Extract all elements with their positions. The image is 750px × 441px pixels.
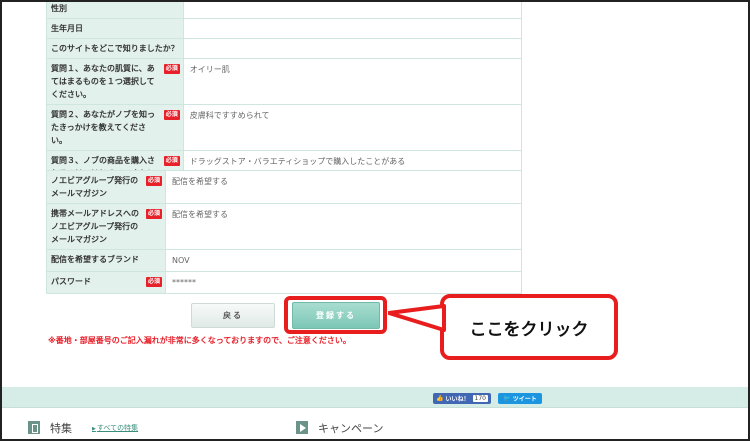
row-label: 生年月日 (46, 18, 184, 39)
row-label-text: 質問２、あなたがノブを知ったきっかけを教えてください。 (51, 110, 155, 145)
click-here-callout: ここをクリック (440, 294, 618, 360)
tweet-label: ツイート (512, 396, 537, 403)
all-features-link[interactable]: すべての特集 (92, 423, 138, 433)
twitter-bird-icon: 🐦 (503, 395, 511, 402)
required-badge: 必須 (145, 176, 162, 186)
notice-text: ※番地・部屋番号のご記入漏れが非常に多くなっておりますので、ご注意ください。 (48, 336, 351, 345)
book-icon (28, 421, 40, 434)
table-row: このサイトをどこで知りましたか？ (46, 38, 523, 59)
thumbs-up-icon: 👍 (436, 395, 444, 402)
row-value: 配信を希望する (165, 203, 522, 250)
required-badge: 必須 (145, 209, 162, 219)
mail-table: ノエビアグループ発行のメールマガジン 必須 配信を希望する 携帯メールアドレスへの… (46, 170, 522, 272)
row-value (182, 0, 523, 19)
like-count: 170 (472, 395, 488, 402)
required-badge: 必須 (163, 110, 180, 120)
table-row: 配信を希望するブランド NOV (46, 249, 522, 272)
divider (2, 407, 748, 408)
row-label: パスワード 必須 (46, 271, 166, 294)
table-row: 携帯メールアドレスへのノエビアグループ発行のメールマガジン 必須 配信を希望する (46, 203, 522, 250)
row-value: 皮膚科ですすめられて (182, 104, 523, 151)
password-value: ****** (165, 271, 522, 294)
like-label: いいね！ (445, 396, 470, 403)
table-row: 質問１、あなたの肌質に、あてはまるものを１つ選択してください。 必須 オイリー肌 (46, 58, 523, 105)
share-bar (2, 387, 748, 407)
row-label: このサイトをどこで知りましたか？ (46, 38, 184, 59)
row-value: 配信を希望する (165, 170, 522, 204)
row-label: ノエビアグループ発行のメールマガジン 必須 (46, 170, 166, 204)
row-value (182, 38, 523, 59)
row-label: 質問１、あなたの肌質に、あてはまるものを１つ選択してください。 必須 (46, 58, 184, 105)
row-label-text: 生年月日 (51, 24, 83, 33)
facebook-like-button[interactable]: 👍 いいね！ 170 (433, 393, 491, 404)
table-row: 性別 (46, 0, 523, 19)
row-label: 質問２、あなたがノブを知ったきっかけを教えてください。 必須 (46, 104, 184, 151)
table-row: 生年月日 (46, 18, 523, 39)
row-label-text: 質問１、あなたの肌質に、あてはまるものを１つ選択してください。 (51, 64, 155, 99)
table-row: 質問２、あなたがノブを知ったきっかけを教えてください。 必須 皮膚科ですすめられて (46, 104, 523, 151)
required-badge: 必須 (145, 277, 162, 287)
required-badge: 必須 (163, 156, 180, 166)
section-title-campaign: キャンペーン (318, 422, 384, 435)
row-label: 配信を希望するブランド (46, 249, 166, 272)
section-title-feature: 特集 (50, 422, 72, 435)
row-label-text: 性別 (51, 4, 67, 13)
row-label: 性別 (46, 0, 184, 19)
callout-pointer (388, 304, 446, 332)
row-label-text: ノエビアグループ発行のメールマガジン (51, 176, 139, 198)
required-badge: 必須 (163, 64, 180, 74)
table-row: パスワード 必須 ****** (46, 271, 522, 294)
profile-table: 性別 生年月日 このサイトをどこで知りましたか？ 質問１、あなたの肌質に、あては… (46, 0, 523, 184)
row-label-text: このサイトをどこで知りましたか？ (51, 44, 179, 53)
row-label-text: 携帯メールアドレスへのノエビアグループ発行のメールマガジン (51, 209, 139, 244)
row-label-text: パスワード (51, 277, 91, 286)
register-button[interactable]: 登録する (292, 302, 380, 329)
back-button[interactable]: 戻る (191, 303, 275, 328)
row-value: オイリー肌 (182, 58, 523, 105)
row-label-text: 配信を希望するブランド (51, 255, 139, 264)
row-value (182, 18, 523, 39)
row-value: NOV (165, 249, 522, 272)
table-row: ノエビアグループ発行のメールマガジン 必須 配信を希望する (46, 170, 522, 204)
play-icon (296, 421, 308, 434)
password-table: パスワード 必須 ****** (46, 271, 522, 294)
row-label: 携帯メールアドレスへのノエビアグループ発行のメールマガジン 必須 (46, 203, 166, 250)
tweet-button[interactable]: 🐦 ツイート (498, 393, 542, 404)
